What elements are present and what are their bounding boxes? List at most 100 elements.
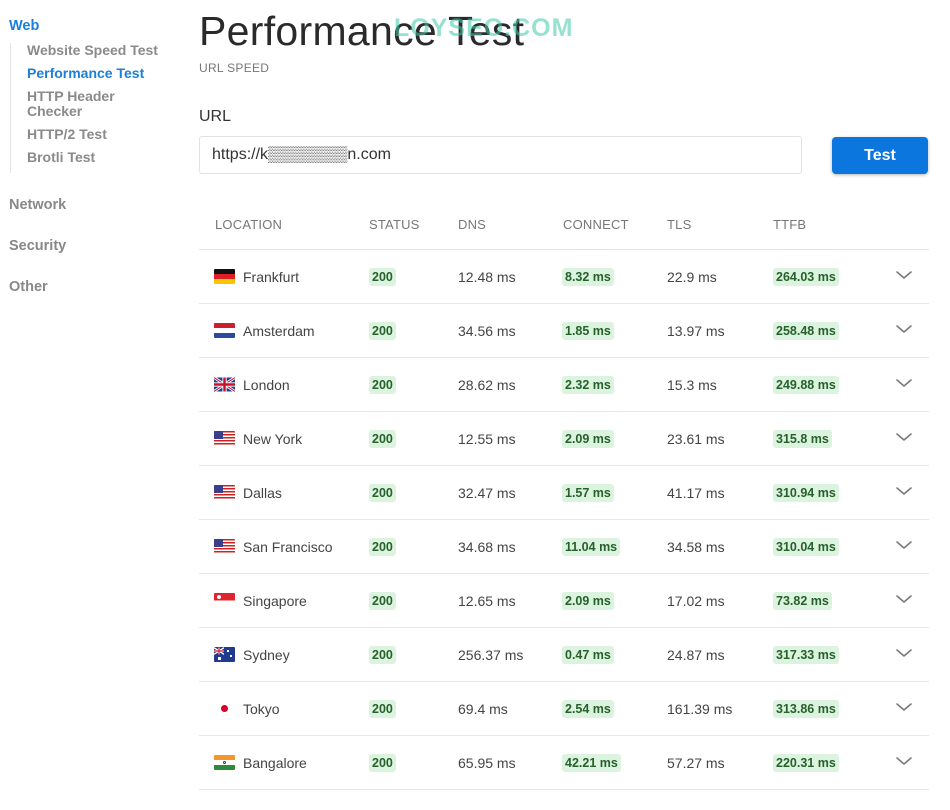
table-row[interactable]: Dallas 200 32.47 ms 1.57 ms 41.17 ms 310…	[199, 466, 929, 520]
connect-cell: 42.21 ms	[562, 753, 621, 772]
status-badge: 200	[369, 645, 396, 664]
ttfb-cell: 258.48 ms	[773, 321, 839, 340]
sidebar-section-security[interactable]: Security	[9, 238, 66, 254]
table-body: Frankfurt 200 12.48 ms 8.32 ms 22.9 ms 2…	[199, 250, 929, 790]
tls-value: 34.58 ms	[667, 538, 725, 555]
connect-badge: 2.54 ms	[562, 699, 614, 718]
ttfb-badge: 249.88 ms	[773, 375, 839, 394]
url-label: URL	[199, 108, 232, 125]
sidebar-item-http-header-checker[interactable]: HTTP Header Checker	[27, 89, 127, 119]
tls-value: 17.02 ms	[667, 592, 725, 609]
sidebar-section-network[interactable]: Network	[9, 197, 66, 213]
ttfb-cell: 317.33 ms	[773, 645, 839, 664]
ttfb-badge: 310.94 ms	[773, 483, 839, 502]
chevron-down-icon[interactable]	[895, 269, 913, 281]
flag-us-icon	[214, 539, 235, 554]
chevron-down-icon[interactable]	[895, 539, 913, 551]
results-table: LOCATION STATUS DNS CONNECT TLS TTFB Fra…	[199, 198, 929, 790]
table-row[interactable]: Bangalore 200 65.95 ms 42.21 ms 57.27 ms…	[199, 736, 929, 790]
location-name: Amsterdam	[243, 322, 315, 339]
status-cell: 200	[369, 321, 396, 340]
flag-nl-icon	[214, 323, 235, 338]
table-row[interactable]: Singapore 200 12.65 ms 2.09 ms 17.02 ms …	[199, 574, 929, 628]
flag-sg-icon	[214, 593, 235, 608]
ttfb-cell: 249.88 ms	[773, 375, 839, 394]
connect-badge: 11.04 ms	[562, 537, 621, 556]
status-cell: 200	[369, 645, 396, 664]
table-header: LOCATION STATUS DNS CONNECT TLS TTFB	[199, 198, 929, 250]
location-name: Tokyo	[243, 700, 280, 717]
connect-cell: 11.04 ms	[562, 537, 621, 556]
chevron-down-icon[interactable]	[895, 323, 913, 335]
connect-cell: 2.54 ms	[562, 699, 614, 718]
chevron-down-icon[interactable]	[895, 701, 913, 713]
location-name: Bangalore	[243, 754, 307, 771]
table-row[interactable]: San Francisco 200 34.68 ms 11.04 ms 34.5…	[199, 520, 929, 574]
column-header-dns: DNS	[458, 217, 487, 232]
dns-value: 65.95 ms	[458, 754, 516, 771]
chevron-down-icon[interactable]	[895, 647, 913, 659]
status-cell: 200	[369, 591, 396, 610]
table-row[interactable]: Sydney 200 256.37 ms 0.47 ms 24.87 ms 31…	[199, 628, 929, 682]
location-cell: London	[214, 377, 290, 393]
sidebar-item-brotli-test[interactable]: Brotli Test	[27, 150, 180, 165]
dns-value: 256.37 ms	[458, 646, 524, 663]
connect-badge: 0.47 ms	[562, 645, 614, 664]
status-cell: 200	[369, 267, 396, 286]
dns-value: 32.47 ms	[458, 484, 516, 501]
sidebar-section-web[interactable]: Web	[9, 18, 39, 34]
sidebar-item-website-speed-test[interactable]: Website Speed Test	[27, 43, 180, 58]
table-row[interactable]: New York 200 12.55 ms 2.09 ms 23.61 ms 3…	[199, 412, 929, 466]
status-cell: 200	[369, 483, 396, 502]
connect-cell: 2.09 ms	[562, 429, 614, 448]
status-cell: 200	[369, 429, 396, 448]
chevron-down-icon[interactable]	[895, 377, 913, 389]
location-cell: New York	[214, 431, 302, 447]
ttfb-badge: 264.03 ms	[773, 267, 839, 286]
table-row[interactable]: Tokyo 200 69.4 ms 2.54 ms 161.39 ms 313.…	[199, 682, 929, 736]
connect-cell: 2.09 ms	[562, 591, 614, 610]
status-badge: 200	[369, 375, 396, 394]
location-name: Sydney	[243, 646, 290, 663]
status-badge: 200	[369, 699, 396, 718]
tls-value: 23.61 ms	[667, 430, 725, 447]
status-badge: 200	[369, 321, 396, 340]
flag-us-icon	[214, 485, 235, 500]
chevron-down-icon[interactable]	[895, 593, 913, 605]
chevron-down-icon[interactable]	[895, 431, 913, 443]
url-input[interactable]	[199, 136, 802, 174]
sidebar-item-http2-test[interactable]: HTTP/2 Test	[27, 127, 180, 142]
dns-value: 12.48 ms	[458, 268, 516, 285]
status-badge: 200	[369, 591, 396, 610]
status-badge: 200	[369, 267, 396, 286]
flag-de-icon	[214, 269, 235, 284]
chevron-down-icon[interactable]	[895, 485, 913, 497]
location-cell: San Francisco	[214, 539, 332, 555]
connect-badge: 2.32 ms	[562, 375, 614, 394]
dns-value: 28.62 ms	[458, 376, 516, 393]
status-badge: 200	[369, 753, 396, 772]
sidebar-web-list: Website Speed Test Performance Test HTTP…	[10, 43, 180, 173]
dns-value: 34.56 ms	[458, 322, 516, 339]
connect-badge: 8.32 ms	[562, 267, 614, 286]
ttfb-badge: 310.04 ms	[773, 537, 839, 556]
location-name: Frankfurt	[243, 268, 300, 285]
table-row[interactable]: London 200 28.62 ms 2.32 ms 15.3 ms 249.…	[199, 358, 929, 412]
ttfb-badge: 73.82 ms	[773, 591, 832, 610]
table-row[interactable]: Amsterdam 200 34.56 ms 1.85 ms 13.97 ms …	[199, 304, 929, 358]
column-header-status: STATUS	[369, 217, 420, 232]
flag-au-icon	[214, 647, 235, 662]
status-cell: 200	[369, 699, 396, 718]
flag-jp-icon	[214, 701, 235, 716]
tls-value: 57.27 ms	[667, 754, 725, 771]
test-button[interactable]: Test	[832, 137, 928, 174]
location-cell: Amsterdam	[214, 323, 315, 339]
table-row[interactable]: Frankfurt 200 12.48 ms 8.32 ms 22.9 ms 2…	[199, 250, 929, 304]
status-cell: 200	[369, 375, 396, 394]
chevron-down-icon[interactable]	[895, 755, 913, 767]
ttfb-cell: 73.82 ms	[773, 591, 832, 610]
sidebar-section-other[interactable]: Other	[9, 279, 48, 295]
connect-badge: 42.21 ms	[562, 753, 621, 772]
connect-cell: 8.32 ms	[562, 267, 614, 286]
sidebar-item-performance-test[interactable]: Performance Test	[27, 66, 180, 81]
